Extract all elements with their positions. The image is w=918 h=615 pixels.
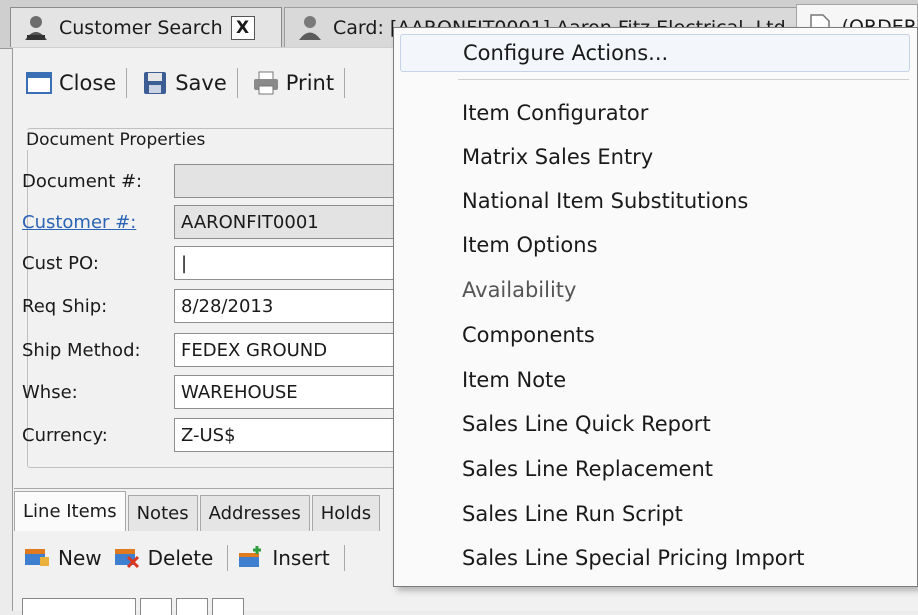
delete-row-icon bbox=[114, 545, 142, 571]
printer-icon bbox=[252, 69, 280, 97]
menu-item-national-item-substitutions[interactable]: National Item Substitutions bbox=[400, 182, 910, 220]
toolbar-separator bbox=[126, 68, 128, 98]
customer-number-input[interactable]: AARONFIT0001 bbox=[174, 205, 414, 239]
menu-item-sales-line-special-pricing-import[interactable]: Sales Line Special Pricing Import bbox=[400, 539, 910, 577]
menu-item-item-configurator[interactable]: Item Configurator bbox=[400, 94, 910, 132]
menu-item-sales-line-quick-report[interactable]: Sales Line Quick Report bbox=[400, 405, 910, 443]
pager-field[interactable] bbox=[22, 598, 136, 615]
floppy-disk-icon bbox=[141, 69, 169, 97]
main-toolbar: Close Save Print bbox=[13, 60, 347, 106]
pager-button[interactable] bbox=[212, 598, 244, 615]
cust-po-input[interactable]: | bbox=[174, 246, 414, 280]
print-button[interactable]: Print bbox=[240, 69, 342, 97]
new-line-button[interactable]: New bbox=[24, 545, 114, 571]
toolbar-separator bbox=[236, 68, 238, 98]
toolbar-separator bbox=[343, 545, 345, 571]
actions-context-menu: Configure Actions... Item Configurator M… bbox=[393, 27, 918, 587]
menu-item-matrix-sales-entry[interactable]: Matrix Sales Entry bbox=[400, 138, 910, 176]
person-search-icon bbox=[21, 13, 51, 43]
subtab-notes[interactable]: Notes bbox=[127, 495, 198, 531]
subtab-line-items[interactable]: Line Items bbox=[14, 491, 126, 531]
close-button[interactable]: Close bbox=[13, 69, 124, 97]
currency-input[interactable]: Z-US$ bbox=[174, 418, 414, 452]
subtab-holds[interactable]: Holds bbox=[311, 495, 381, 531]
menu-item-item-note[interactable]: Item Note bbox=[400, 361, 910, 399]
delete-line-button[interactable]: Delete bbox=[114, 545, 226, 571]
person-card-icon bbox=[295, 13, 325, 43]
menu-item-components[interactable]: Components bbox=[400, 316, 910, 354]
pager-button[interactable] bbox=[140, 598, 172, 615]
pager-row bbox=[22, 598, 248, 615]
document-number-input[interactable] bbox=[174, 164, 414, 198]
new-row-icon bbox=[24, 545, 52, 571]
toolbar-separator bbox=[227, 545, 229, 571]
subtab-strip: Line Items Notes Addresses Holds bbox=[14, 491, 382, 531]
menu-item-availability[interactable]: Availability bbox=[400, 271, 910, 309]
menu-item-item-options[interactable]: Item Options bbox=[400, 226, 910, 264]
tab-customer-search[interactable]: Customer Search X bbox=[10, 7, 282, 47]
whse-input[interactable]: WAREHOUSE bbox=[174, 375, 414, 409]
pager-button[interactable] bbox=[176, 598, 208, 615]
menu-item-configure-actions[interactable]: Configure Actions... bbox=[400, 34, 910, 72]
subtab-addresses[interactable]: Addresses bbox=[199, 495, 310, 531]
close-tab-button[interactable]: X bbox=[230, 15, 255, 40]
ship-method-input[interactable]: FEDEX GROUND bbox=[174, 333, 414, 367]
window-icon bbox=[25, 69, 53, 97]
tab-label: Customer Search bbox=[59, 16, 223, 39]
menu-item-sales-line-run-script[interactable]: Sales Line Run Script bbox=[400, 495, 910, 533]
insert-row-icon bbox=[238, 545, 266, 571]
req-ship-input[interactable]: 8/28/2013 bbox=[174, 289, 414, 323]
insert-line-button[interactable]: Insert bbox=[238, 545, 341, 571]
menu-separator bbox=[458, 79, 909, 80]
save-button[interactable]: Save bbox=[129, 69, 235, 97]
menu-item-sales-line-replacement[interactable]: Sales Line Replacement bbox=[400, 450, 910, 488]
line-items-toolbar: New Delete Insert bbox=[24, 545, 355, 571]
toolbar-separator bbox=[344, 68, 346, 98]
customer-number-link[interactable]: Customer #: bbox=[22, 212, 174, 233]
document-properties-title: Document Properties bbox=[22, 130, 210, 150]
